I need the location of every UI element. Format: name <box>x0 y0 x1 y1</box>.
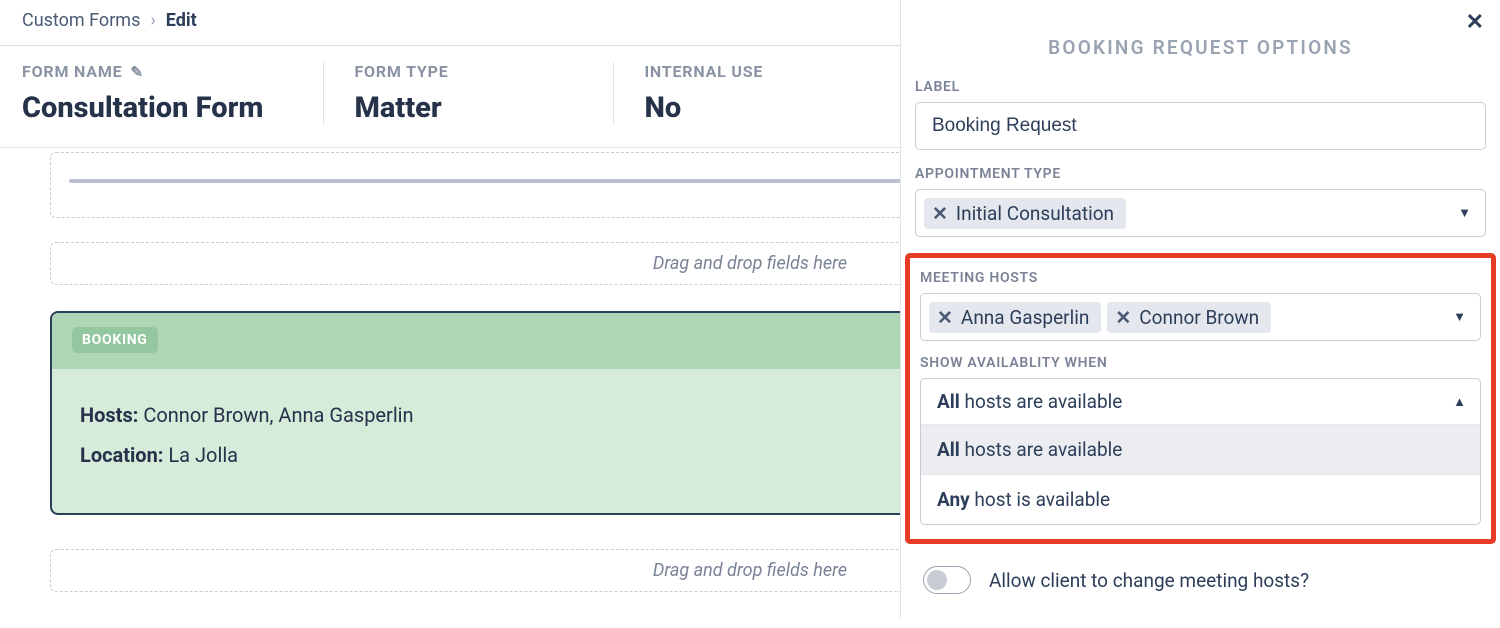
hosts-label: Hosts: <box>80 403 138 427</box>
availability-option-any[interactable]: Any host is available <box>921 474 1480 524</box>
panel-title: BOOKING REQUEST OPTIONS <box>913 36 1488 59</box>
form-type-label: FORM TYPE <box>354 62 448 81</box>
appointment-type-select[interactable]: ✕ Initial Consultation ▼ <box>915 189 1486 237</box>
close-icon[interactable]: ✕ <box>1466 10 1484 35</box>
remove-host-icon[interactable]: ✕ <box>937 306 953 329</box>
form-name-label: FORM NAME <box>22 62 122 81</box>
label-input[interactable] <box>915 102 1486 150</box>
breadcrumb-root[interactable]: Custom Forms <box>22 10 140 31</box>
chevron-down-icon[interactable]: ▼ <box>1453 309 1466 325</box>
chevron-down-icon[interactable]: ▼ <box>1458 205 1471 221</box>
highlighted-section: MEETING HOSTS ✕ Anna Gasperlin ✕ Connor … <box>905 253 1496 544</box>
internal-use-label: INTERNAL USE <box>644 62 763 81</box>
availability-option-all[interactable]: All hosts are available <box>921 424 1480 474</box>
location-value: La Jolla <box>163 443 238 467</box>
chevron-right-icon: › <box>150 10 155 31</box>
hosts-value: Connor Brown, Anna Gasperlin <box>138 403 413 427</box>
remove-host-icon[interactable]: ✕ <box>1115 306 1131 329</box>
remove-appointment-type-icon[interactable]: ✕ <box>932 202 948 225</box>
host-pill-0: Anna Gasperlin <box>961 306 1089 329</box>
location-label: Location: <box>80 443 163 467</box>
breadcrumb-current: Edit <box>166 10 197 31</box>
options-panel: ✕ BOOKING REQUEST OPTIONS LABEL APPOINTM… <box>900 0 1500 618</box>
edit-icon[interactable]: ✎ <box>130 63 143 81</box>
form-type-value: Matter <box>354 91 553 125</box>
appointment-type-label: APPOINTMENT TYPE <box>915 166 1486 182</box>
availability-label: SHOW AVAILABLITY WHEN <box>920 355 1481 371</box>
appointment-type-value: Initial Consultation <box>956 202 1114 225</box>
meeting-hosts-select[interactable]: ✕ Anna Gasperlin ✕ Connor Brown ▼ <box>920 293 1481 341</box>
toggle-knob <box>927 570 947 590</box>
booking-badge: BOOKING <box>72 327 158 353</box>
allow-change-hosts-toggle[interactable] <box>923 566 971 594</box>
label-field-label: LABEL <box>915 79 1486 95</box>
availability-dropdown[interactable]: All hosts are available ▲ All hosts are … <box>920 378 1481 525</box>
host-pill-1: Connor Brown <box>1139 306 1259 329</box>
toggle-label: Allow client to change meeting hosts? <box>989 569 1309 592</box>
chevron-up-icon: ▲ <box>1453 394 1466 410</box>
meeting-hosts-label: MEETING HOSTS <box>920 270 1481 286</box>
form-name-value: Consultation Form <box>22 91 263 125</box>
internal-use-value: No <box>644 91 763 125</box>
availability-selected[interactable]: All hosts are available ▲ <box>921 379 1480 424</box>
